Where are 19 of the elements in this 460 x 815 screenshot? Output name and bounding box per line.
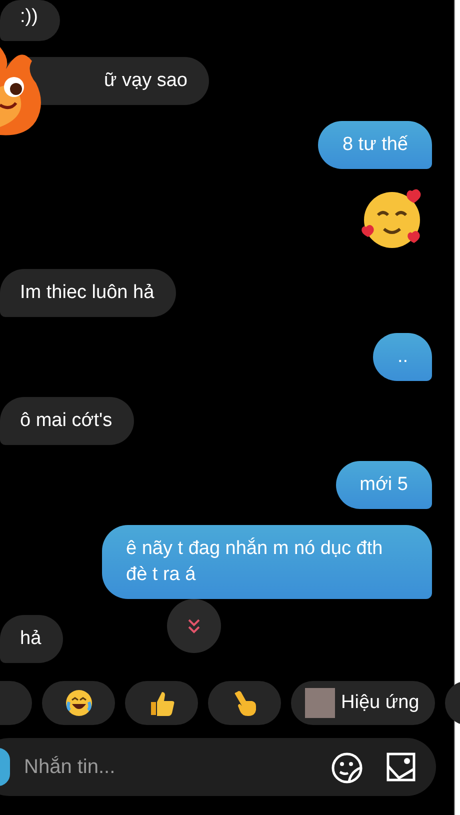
message-field[interactable]: Nhắn tin... [24, 752, 330, 782]
effect-chip[interactable]: Hiệu ứng [291, 681, 436, 725]
message-bubble: hả [0, 615, 64, 663]
sticker-icon[interactable] [330, 750, 364, 784]
message-bubble: Im thiec luôn hả [0, 269, 176, 317]
laughing-face-icon [64, 688, 94, 718]
message-input[interactable]: Nhắn tin... [0, 738, 436, 796]
photo-placeholder [305, 688, 335, 718]
message-bubble: .. [373, 333, 432, 381]
image-icon[interactable] [386, 752, 416, 782]
message-bubble: ô mai cớt's [0, 397, 134, 445]
quick-reply-chip[interactable] [125, 681, 198, 725]
quick-reply-chip[interactable] [208, 681, 281, 725]
quick-reply-chip[interactable] [42, 681, 115, 725]
message-bubble: :)) [0, 0, 60, 41]
message-bubble: 8 tư thế [318, 121, 432, 169]
message-bubble: ê nãy t đag nhắn m nó dục đth đè t ra á [102, 525, 432, 599]
double-chevron-down-icon [187, 618, 201, 634]
message-bubble: mới 5 [336, 461, 432, 509]
